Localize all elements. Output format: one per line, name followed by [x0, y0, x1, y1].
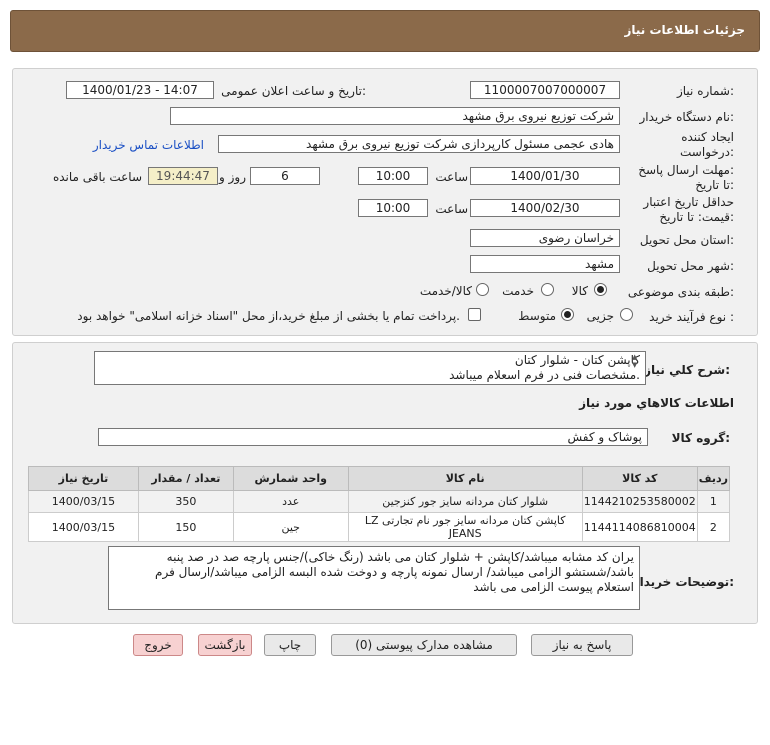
- city-field: مشهد: [470, 255, 620, 273]
- page-header: جزئیات اطلاعات نیاز: [10, 10, 760, 52]
- buyer-notes-line-1: یران کد مشابه میباشد/کاپشن + شلوار کتان …: [166, 550, 634, 564]
- announce-field: 1400/01/23 - 14:07: [66, 81, 214, 99]
- description-line-1: کاپشن کتان - شلوار کتان: [514, 353, 640, 367]
- table-row: 2 1144114086810004 کاپشن کتان مردانه سای…: [28, 512, 731, 542]
- goods-section-title: اطلاعات کالاهاي مورد نياز: [579, 396, 734, 410]
- reply-date-field: 1400/01/30: [470, 167, 620, 185]
- goods-table: ردیف کد کالا نام کالا واحد شمارش تعداد /…: [28, 466, 731, 542]
- days-field: 6: [250, 167, 320, 185]
- buyer-notes-label: توضیحات خریدار:: [632, 575, 734, 589]
- col-name: نام کالا: [347, 466, 583, 491]
- validity-time-word: ساعت: [435, 202, 468, 216]
- days-word: روز و: [219, 170, 246, 184]
- need-number-field: 1100007007000007: [470, 81, 620, 99]
- remaining-word: ساعت باقی مانده: [52, 170, 142, 184]
- creator-field: هادی عجمی مسئول کارپردازی شرکت توزیع نیر…: [218, 135, 620, 153]
- buyer-org-field: شرکت توزیع نیروی برق مشهد: [170, 107, 620, 125]
- row-index: 1: [696, 490, 731, 513]
- treasury-note: پرداخت تمام یا بخشی از مبلغ خرید،از محل …: [77, 309, 460, 323]
- col-code: کد کالا: [581, 466, 698, 491]
- attachments-button[interactable]: مشاهده مدارک پیوستی (0): [331, 634, 517, 656]
- process-label: نوع فرآیند خرید :: [649, 310, 734, 324]
- reply-deadline-label-2: تا تاریخ:: [695, 178, 734, 192]
- description-label: شرح کلي نياز:: [644, 363, 730, 377]
- category-radio-service[interactable]: [541, 283, 554, 296]
- validity-time-field: 10:00: [358, 199, 428, 217]
- reply-time-field: 10:00: [358, 167, 428, 185]
- buyer-org-label: نام دستگاه خریدار:: [639, 110, 735, 124]
- category-service-label: خدمت: [502, 284, 534, 298]
- row-code: 1144210253580002: [581, 490, 698, 513]
- row-name: شلوار کتان مردانه سایز جور کنزجین: [347, 490, 583, 513]
- creator-label-2: درخواست:: [680, 145, 734, 159]
- category-radio-goods-service[interactable]: [476, 283, 489, 296]
- back-button[interactable]: بازگشت: [198, 634, 252, 656]
- city-label: شهر محل تحویل:: [647, 259, 734, 273]
- process-radio-minor[interactable]: [620, 308, 633, 321]
- province-field: خراسان رضوی: [470, 229, 620, 247]
- buyer-notes-line-3: استعلام پیوست الزامی می باشد: [473, 580, 634, 594]
- print-button[interactable]: چاپ: [264, 634, 316, 656]
- col-date: تاریخ نیاز: [28, 466, 139, 491]
- process-medium-label: متوسط: [518, 309, 556, 323]
- province-label: استان محل تحویل:: [639, 233, 734, 247]
- row-date: 1400/03/15: [28, 512, 139, 542]
- goods-group-field: پوشاک و کفش: [98, 428, 648, 446]
- validity-label-2: قیمت: تا تاریخ:: [659, 210, 734, 224]
- announce-label: تاریخ و ساعت اعلان عمومی:: [221, 84, 366, 98]
- scroll-arrows-icon[interactable]: ▲ ▼: [632, 353, 637, 369]
- reply-time-word: ساعت: [435, 170, 468, 184]
- col-index: ردیف: [696, 466, 731, 491]
- category-goods-service-label: کالا/خدمت: [419, 284, 472, 298]
- table-row: 1 1144210253580002 شلوار کتان مردانه سای…: [28, 490, 731, 513]
- buyer-notes-box: یران کد مشابه میباشد/کاپشن + شلوار کتان …: [108, 546, 640, 610]
- row-name: کاپشن کتان مردانه سایز جور نام تجارتی LZ…: [347, 512, 583, 542]
- row-unit: عدد: [232, 490, 349, 513]
- process-radio-medium[interactable]: [561, 308, 574, 321]
- row-qty: 350: [137, 490, 234, 513]
- row-date: 1400/03/15: [28, 490, 139, 513]
- need-number-label: شماره نیاز:: [676, 84, 734, 98]
- validity-label-1: حداقل تاریخ اعتبار: [643, 195, 734, 209]
- reply-deadline-label-1: مهلت ارسال پاسخ:: [638, 163, 734, 177]
- goods-group-label: گروه کالا:: [671, 431, 730, 445]
- goods-table-header: ردیف کد کالا نام کالا واحد شمارش تعداد /…: [28, 466, 731, 491]
- description-box: کاپشن کتان - شلوار کتان مشخصات فنی در فر…: [94, 351, 646, 385]
- category-label: طبقه بندی موضوعی:: [627, 285, 734, 299]
- row-unit: جین: [232, 512, 349, 542]
- col-qty: تعداد / مقدار: [137, 466, 234, 491]
- reply-button[interactable]: پاسخ به نیاز: [531, 634, 633, 656]
- exit-button[interactable]: خروج: [133, 634, 183, 656]
- validity-date-field: 1400/02/30: [470, 199, 620, 217]
- row-qty: 150: [137, 512, 234, 542]
- creator-label-1: ایجاد کننده: [681, 130, 734, 144]
- page-title: جزئیات اطلاعات نیاز: [624, 23, 745, 37]
- category-goods-label: کالا: [571, 284, 588, 298]
- remaining-time-field: 19:44:47: [148, 167, 218, 185]
- row-index: 2: [696, 512, 731, 542]
- row-code: 1144114086810004: [581, 512, 698, 542]
- col-unit: واحد شمارش: [232, 466, 349, 491]
- category-radio-goods[interactable]: [594, 283, 607, 296]
- buyer-notes-line-2: باشد/شستشو الزامی میباشد/ ارسال نمونه پا…: [155, 565, 634, 579]
- description-line-2: مشخصات فنی در فرم اسعلام میباشد.: [449, 368, 640, 382]
- contact-buyer-link[interactable]: اطلاعات تماس خریدار: [93, 138, 204, 152]
- treasury-checkbox[interactable]: [468, 308, 481, 321]
- process-minor-label: جزیی: [586, 309, 614, 323]
